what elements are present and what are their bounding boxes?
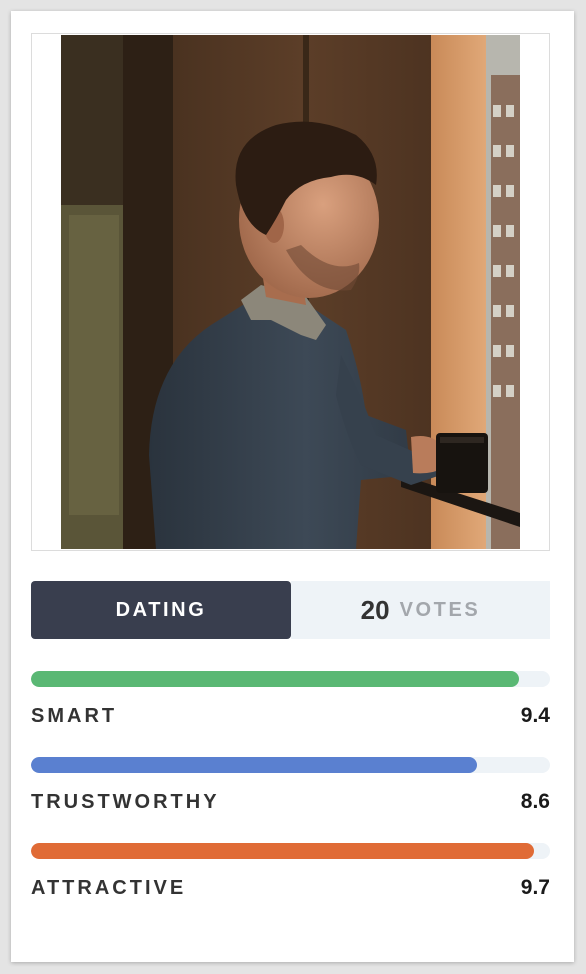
trait-bar-fill bbox=[31, 757, 478, 773]
trait-bar-fill bbox=[31, 671, 519, 687]
trait-name: ATTRACTIVE bbox=[31, 876, 187, 899]
rating-card: DATING 20 VOTES SMART 9.4 TRUSTWORTHY 8.… bbox=[11, 11, 574, 962]
profile-photo[interactable] bbox=[61, 35, 520, 549]
trait-name: TRUSTWORTHY bbox=[31, 790, 220, 813]
votes-label: VOTES bbox=[399, 598, 481, 621]
trait-score: 8.6 bbox=[520, 790, 550, 813]
trait-bar-track bbox=[31, 757, 550, 773]
category-badge[interactable]: DATING bbox=[31, 581, 291, 639]
trait-bar-fill bbox=[31, 843, 535, 859]
trait-bar-track bbox=[31, 671, 550, 687]
trait-smart: SMART 9.4 bbox=[31, 671, 550, 728]
votes-box: 20 VOTES bbox=[291, 581, 550, 639]
votes-count: 20 bbox=[360, 594, 390, 625]
profile-photo-frame bbox=[31, 33, 550, 551]
category-votes-row: DATING 20 VOTES bbox=[31, 581, 550, 639]
trait-name: SMART bbox=[31, 704, 118, 727]
trait-score: 9.4 bbox=[520, 704, 550, 727]
trait-bar-track bbox=[31, 843, 550, 859]
trait-score: 9.7 bbox=[520, 876, 550, 899]
category-label: DATING bbox=[115, 598, 207, 621]
trait-attractive: ATTRACTIVE 9.7 bbox=[31, 843, 550, 900]
trait-trustworthy: TRUSTWORTHY 8.6 bbox=[31, 757, 550, 814]
